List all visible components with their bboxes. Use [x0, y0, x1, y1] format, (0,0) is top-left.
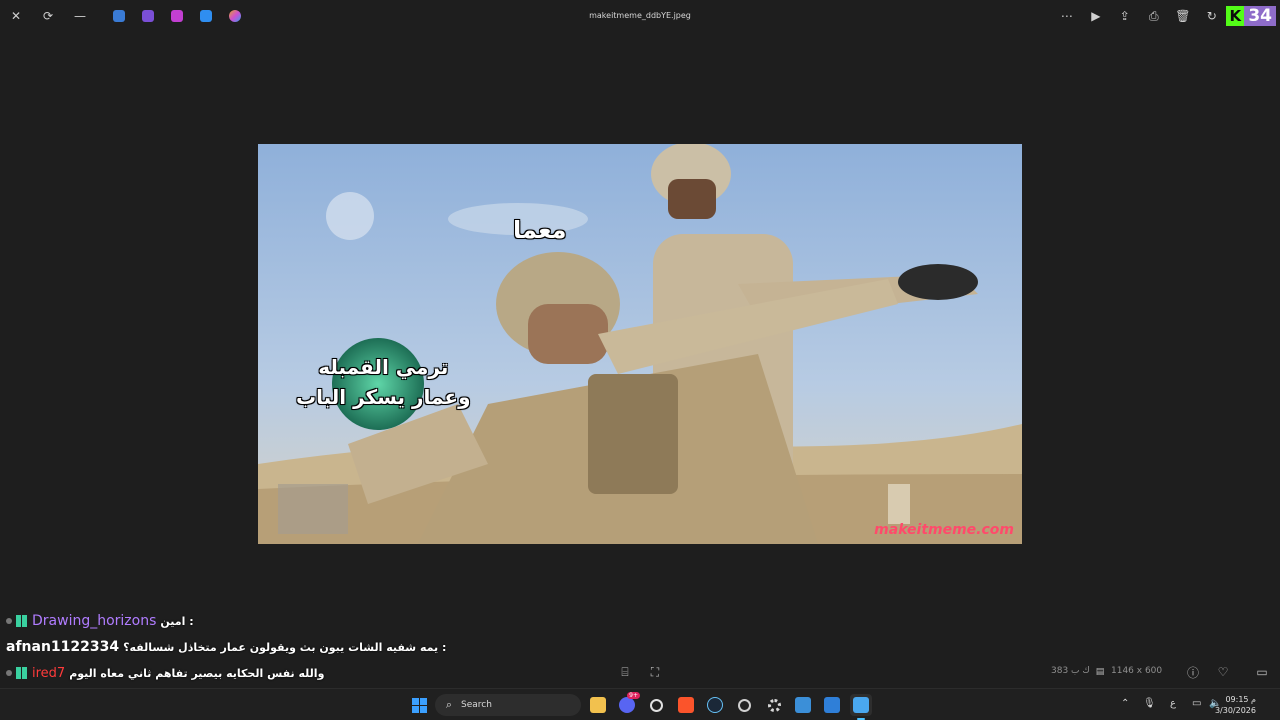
fit-window-button[interactable]: ▭	[1254, 664, 1270, 680]
meme-caption-left: ترمي القمبله وعمار يسكر الباب	[296, 352, 471, 412]
visual-search-icon[interactable]: ⛶	[647, 664, 663, 680]
app-button[interactable]	[645, 694, 667, 716]
restore-button[interactable]: ⟳	[32, 0, 64, 32]
tray-overflow-icon[interactable]: ⌃	[1121, 698, 1129, 709]
title-bar-tools: ⋯ ▶ ⇪ ⎙ 🗑 ↻ K 34	[1052, 0, 1280, 32]
fit-window-icon: ▭	[1256, 665, 1268, 679]
close-icon: ✕	[10, 9, 22, 23]
minimize-icon: —	[74, 9, 86, 23]
discord-badge: 9+	[627, 692, 640, 699]
copilot-button[interactable]	[220, 0, 249, 32]
photos-button[interactable]	[792, 694, 814, 716]
photo-viewer-icon	[853, 697, 869, 713]
heart-icon: ♡	[1217, 665, 1229, 679]
settings-button[interactable]	[763, 694, 785, 716]
meme-caption-top: معما	[513, 216, 567, 244]
steam-button[interactable]	[704, 694, 726, 716]
slideshow-icon: ▶	[1091, 9, 1101, 23]
meme-photo	[258, 144, 1022, 544]
meme-caption-left-line1: ترمي القمبله	[318, 355, 449, 379]
discord-button[interactable]: 9+	[616, 692, 640, 716]
print-icon: ⎙	[1149, 8, 1159, 23]
clipchamp-icon	[141, 10, 154, 22]
file-explorer-button[interactable]	[587, 694, 609, 716]
more-options-button[interactable]: ⋯	[1052, 0, 1081, 32]
title-bar: ✕ ⟳ — makeitmeme_ddbYE.jpeg ⋯ ▶ ⇪ ⎙ 🗑 ↻ …	[0, 0, 1280, 32]
info-icon: ⓘ	[1186, 665, 1199, 680]
screen-tool-icon	[824, 697, 840, 713]
watermark: makeitmeme.com	[874, 522, 1014, 538]
chat-username: Drawing_horizons	[32, 613, 157, 629]
share-icon: ⇪	[1119, 9, 1130, 23]
photos-edit-icon	[199, 10, 212, 22]
windows-taskbar: ⌕ Search 9+ ⌃ 🎙 ع ▭ 🔈 09:15 م 3/30/2026	[0, 688, 1280, 720]
photo-viewer-window: ✕ ⟳ — makeitmeme_ddbYE.jpeg ⋯ ▶ ⇪ ⎙ 🗑 ↻ …	[0, 0, 1280, 720]
taskbar-clock[interactable]: 09:15 م 3/30/2026	[1215, 694, 1256, 716]
kick-logo-icon: K	[1226, 6, 1245, 26]
chat-dot-icon	[6, 618, 12, 624]
chat-message: afnan1122334 : يمه شفيه الشات يبون بث وي…	[6, 634, 606, 660]
chat-text: : امين	[160, 614, 194, 628]
designer-icon	[170, 10, 183, 22]
obs-button[interactable]	[733, 694, 755, 716]
select-text-icon[interactable]: ⌸	[617, 664, 633, 680]
minimize-button[interactable]: —	[64, 0, 96, 32]
photos-edit-button[interactable]	[191, 0, 220, 32]
photo-viewer-taskbar-button[interactable]	[850, 694, 872, 716]
brave-button[interactable]	[675, 694, 697, 716]
onedrive-icon	[112, 10, 125, 22]
image-dimensions: 1146 x 600	[1111, 666, 1163, 676]
clipchamp-button[interactable]	[133, 0, 162, 32]
title-bar-left: ✕ ⟳ —	[0, 0, 249, 32]
delete-icon: 🗑	[1175, 9, 1191, 23]
rotate-icon: ↻	[1206, 9, 1217, 23]
share-button[interactable]: ⇪	[1110, 0, 1139, 32]
discord-icon	[619, 697, 635, 713]
viewer-count: 34	[1244, 6, 1276, 26]
microphone-icon[interactable]: 🎙	[1143, 698, 1156, 709]
language-indicator[interactable]: ع	[1170, 698, 1176, 709]
close-button[interactable]: ✕	[0, 0, 32, 32]
displayed-image: معما ترمي القمبله وعمار يسكر الباب makei…	[258, 144, 1022, 544]
chat-username: afnan1122334	[6, 639, 120, 655]
delete-button[interactable]: 🗑	[1168, 0, 1197, 32]
screen-tool-button[interactable]	[821, 694, 843, 716]
search-placeholder: Search	[461, 700, 492, 710]
photos-icon	[795, 697, 811, 713]
meme-caption-left-line2: وعمار يسكر الباب	[296, 385, 471, 409]
copilot-icon	[228, 10, 241, 22]
file-size: 383 ك ب	[1051, 666, 1090, 676]
disk-icon: ▤	[1095, 667, 1105, 677]
circle-app-icon	[649, 698, 663, 712]
chat-text: : يمه شفيه الشات يبون بث ويقولون عمار مت…	[123, 640, 447, 654]
print-button[interactable]: ⎙	[1139, 0, 1168, 32]
onedrive-button[interactable]	[104, 0, 133, 32]
restore-icon: ⟳	[42, 9, 54, 23]
windows-logo-icon	[411, 697, 427, 713]
chat-badge-icon	[16, 615, 28, 627]
rotate-button[interactable]: ↻	[1197, 0, 1226, 32]
start-button[interactable]	[408, 694, 430, 716]
network-icon[interactable]: ▭	[1192, 698, 1201, 709]
brave-icon	[678, 697, 694, 713]
kick-viewer-badge: K 34	[1226, 5, 1276, 27]
gear-icon	[767, 698, 781, 712]
clock-time: 09:15 م	[1225, 695, 1256, 704]
search-icon: ⌕	[445, 698, 453, 711]
image-info-bar: ⌸ ⛶ 383 ك ب ▤ 1146 x 600 ⓘ ♡ ▭	[0, 658, 1280, 686]
slideshow-button[interactable]: ▶	[1081, 0, 1110, 32]
favorite-button[interactable]: ♡	[1215, 664, 1231, 680]
clock-date: 3/30/2026	[1214, 706, 1256, 715]
obs-icon	[737, 698, 751, 712]
taskbar-search[interactable]: ⌕ Search	[435, 694, 581, 716]
more-options-icon: ⋯	[1060, 9, 1073, 23]
chat-message: Drawing_horizons : امين	[6, 608, 606, 634]
designer-button[interactable]	[162, 0, 191, 32]
info-button[interactable]: ⓘ	[1185, 664, 1201, 680]
folder-icon	[590, 697, 606, 713]
steam-icon	[707, 697, 723, 713]
